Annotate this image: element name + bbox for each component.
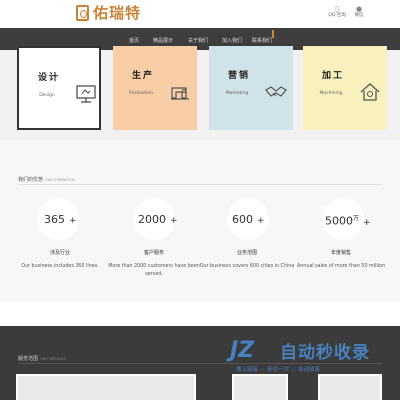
house-icon bbox=[360, 83, 380, 101]
nav-item-join[interactable]: 加入我们 bbox=[222, 37, 242, 44]
card-title: 生产 bbox=[131, 71, 154, 81]
services-title: 服务范围 bbox=[18, 356, 39, 362]
watermark-text: 自动秒收录 bbox=[280, 343, 370, 363]
stat-value: 2000 + bbox=[138, 213, 178, 226]
card-production[interactable]: 生产 Production bbox=[113, 46, 197, 130]
watermark: JZ 自动秒收录 做上链接 — 来访一次 — 自动收录 bbox=[230, 332, 388, 382]
nav-item-home[interactable]: 首页 bbox=[129, 37, 139, 44]
site-logo[interactable]: 佑瑞特 bbox=[76, 5, 141, 21]
watermark-subtext: 做上链接 — 来访一次 — 自动收录 bbox=[236, 367, 320, 373]
card-design[interactable]: 设计 Design bbox=[17, 46, 101, 130]
stat-desc: Annual sales of more than 50 million bbox=[296, 264, 386, 269]
watermark-logo-icon: JZ bbox=[230, 338, 255, 363]
site-header: 佑瑞特 ▯ QQ 咨询 ● 微信 bbox=[0, 0, 400, 28]
card-title: 设计 bbox=[37, 73, 60, 83]
card-machining[interactable]: 加工 Machining bbox=[303, 46, 387, 130]
wechat-label: 微信 bbox=[354, 13, 364, 18]
stat-name: 业务范围 bbox=[236, 250, 257, 256]
wechat-icon: ● bbox=[355, 5, 363, 13]
qq-icon: ▯ bbox=[335, 5, 339, 13]
stat-desc: Our business includes 365 lines. bbox=[21, 264, 99, 269]
card-subtitle: Design bbox=[39, 93, 55, 98]
divider bbox=[18, 184, 382, 185]
services-heading: 服务范围 OUR SERVICES bbox=[18, 355, 66, 362]
strengths-title-en: OUR STRENGTHS bbox=[45, 178, 76, 182]
stat-value: 600 + bbox=[232, 213, 265, 226]
card-subtitle: Machining bbox=[319, 91, 343, 96]
card-title: 加工 bbox=[321, 71, 344, 81]
handshake-icon bbox=[265, 86, 287, 97]
qq-contact-button[interactable]: ▯ QQ 咨询 bbox=[326, 5, 348, 19]
nav-item-about[interactable]: 关于我们 bbox=[188, 37, 208, 44]
wechat-button[interactable]: ● 微信 bbox=[348, 5, 370, 19]
nav-active-indicator bbox=[272, 30, 274, 38]
card-title: 营销 bbox=[227, 71, 250, 81]
stat-name: 客户服务 bbox=[143, 250, 164, 256]
qq-label: QQ 咨询 bbox=[328, 13, 346, 18]
stat-desc: Our business covers 600 cities in China bbox=[199, 264, 295, 269]
card-subtitle: Production bbox=[129, 91, 153, 96]
monitor-icon bbox=[76, 85, 96, 103]
stat-name: 年度销售 bbox=[330, 250, 351, 256]
stat-name: 涉及行业 bbox=[49, 250, 70, 256]
stat-desc: More than 2000 customers have been serve… bbox=[108, 264, 200, 277]
strengths-heading: 我们的优势 OUR STRENGTHS bbox=[18, 176, 75, 183]
stat-value: 365 + bbox=[44, 213, 77, 226]
card-subtitle: Marketing bbox=[225, 91, 249, 96]
card-marketing[interactable]: 营销 Marketing bbox=[209, 46, 293, 130]
sewing-machine-icon bbox=[171, 87, 189, 100]
logo-text: 佑瑞特 bbox=[93, 4, 142, 22]
services-title-en: OUR SERVICES bbox=[40, 357, 66, 361]
strengths-title: 我们的优势 bbox=[18, 177, 44, 183]
stat-value: 5000万 + bbox=[325, 214, 371, 228]
logo-mark-icon bbox=[76, 5, 89, 21]
nav-item-products[interactable]: 精品展示 bbox=[153, 37, 173, 44]
service-card[interactable] bbox=[16, 374, 196, 400]
nav-item-contact[interactable]: 联系我们 bbox=[252, 37, 272, 44]
